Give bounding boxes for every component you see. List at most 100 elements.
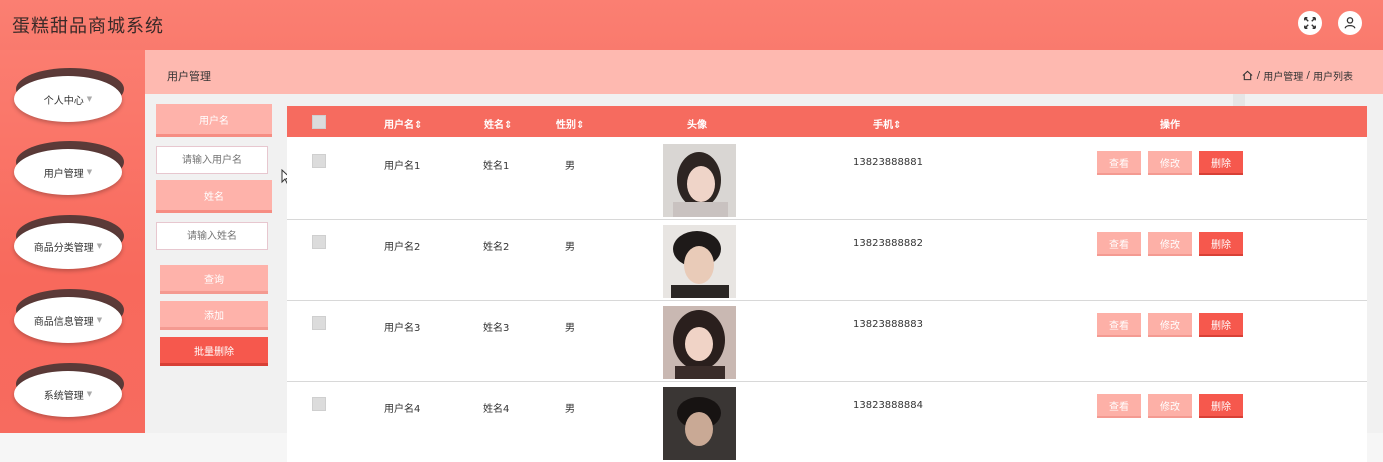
- sidebar-item-label: 个人中心: [43, 95, 84, 107]
- view-button[interactable]: 查看: [1097, 151, 1141, 175]
- column-header-username[interactable]: 用户名⇕: [384, 116, 422, 131]
- user-icon[interactable]: [1338, 11, 1362, 35]
- table-row: 用户名3 姓名3 男 13823888883 查看 修改 删除: [287, 301, 1367, 382]
- column-header-name[interactable]: 姓名⇕: [484, 116, 512, 131]
- column-header-avatar: 头像: [687, 120, 707, 131]
- cell-username: 用户名1: [384, 161, 421, 172]
- chevron-down-icon: ▼: [86, 95, 93, 103]
- cell-phone: 13823888881: [853, 157, 923, 168]
- breadcrumb-separator: /: [1256, 70, 1261, 81]
- row-checkbox[interactable]: [312, 235, 326, 249]
- sidebar-item-pill: 用户管理 ▼: [14, 149, 122, 195]
- view-button[interactable]: 查看: [1097, 232, 1141, 256]
- column-header-actions: 操作: [1160, 120, 1180, 131]
- sidebar-item-pill: 系统管理 ▼: [14, 371, 122, 417]
- chevron-down-icon: ▼: [96, 242, 103, 250]
- edit-button[interactable]: 修改: [1148, 232, 1192, 256]
- avatar: [663, 387, 736, 460]
- breadcrumb: / 用户管理 / 用户列表: [1242, 68, 1353, 83]
- sidebar-item-label: 系统管理: [43, 390, 84, 402]
- avatar-photo: [663, 225, 736, 298]
- edit-button[interactable]: 修改: [1148, 313, 1192, 337]
- breadcrumb-item-user-list: 用户列表: [1313, 72, 1353, 83]
- sidebar-item-pill: 个人中心 ▼: [14, 76, 122, 122]
- cell-gender: 男: [565, 323, 575, 334]
- username-label: 用户名: [156, 104, 272, 137]
- cell-gender: 男: [565, 161, 575, 172]
- table-row: 用户名1 姓名1 男 13823888881 查看 修改 删除: [287, 139, 1367, 220]
- cell-username: 用户名2: [384, 242, 421, 253]
- table-row: 用户名2 姓名2 男 13823888882 查看 修改 删除: [287, 220, 1367, 301]
- sort-icon[interactable]: ⇕: [893, 120, 901, 131]
- sort-icon[interactable]: ⇕: [414, 120, 422, 131]
- username-search-input[interactable]: [156, 146, 268, 174]
- user-table: 用户名⇕ 姓名⇕ 性别⇕ 头像 手机⇕ 操作 用户名1 姓名1 男 138238…: [287, 106, 1367, 462]
- breadcrumb-separator: /: [1306, 70, 1310, 81]
- sidebar-item-personal-center[interactable]: 个人中心 ▼: [14, 68, 124, 123]
- fullscreen-icon[interactable]: [1298, 11, 1322, 35]
- sort-icon[interactable]: ⇕: [504, 120, 512, 131]
- breadcrumb-item-users[interactable]: 用户管理: [1263, 68, 1303, 83]
- sidebar: 个人中心 ▼ 用户管理 ▼ 商品分类管理 ▼ 商品信息管理 ▼ 系统管理 ▼: [0, 50, 145, 433]
- sidebar-item-label: 商品信息管理: [33, 316, 94, 328]
- avatar-photo: [663, 306, 736, 379]
- avatar: [663, 144, 736, 217]
- query-button[interactable]: 查询: [160, 265, 268, 294]
- top-bar: 蛋糕甜品商城系统: [0, 0, 1383, 50]
- sidebar-item-label: 商品分类管理: [33, 242, 94, 254]
- delete-button[interactable]: 删除: [1199, 394, 1243, 418]
- table-header: 用户名⇕ 姓名⇕ 性别⇕ 头像 手机⇕ 操作: [287, 106, 1367, 137]
- delete-button[interactable]: 删除: [1199, 232, 1243, 256]
- row-checkbox[interactable]: [312, 397, 326, 411]
- chevron-down-icon: ▼: [86, 390, 93, 398]
- edit-button[interactable]: 修改: [1148, 394, 1192, 418]
- cell-phone: 13823888882: [853, 238, 923, 249]
- sort-icon[interactable]: ⇕: [576, 120, 584, 131]
- cell-username: 用户名3: [384, 323, 421, 334]
- column-header-label: 用户名: [384, 120, 414, 131]
- home-icon[interactable]: [1242, 70, 1253, 81]
- avatar-photo: [663, 144, 736, 217]
- cell-name: 姓名3: [483, 323, 510, 334]
- avatar: [663, 225, 736, 298]
- edit-button[interactable]: 修改: [1148, 151, 1192, 175]
- table-row: 用户名4 姓名4 男 13823888884 查看 修改 删除: [287, 382, 1367, 462]
- select-all-checkbox[interactable]: [312, 115, 326, 129]
- sidebar-item-pill: 商品分类管理 ▼: [14, 223, 122, 269]
- sidebar-item-category-management[interactable]: 商品分类管理 ▼: [14, 215, 124, 270]
- column-header-label: 姓名: [484, 120, 504, 131]
- row-checkbox[interactable]: [312, 154, 326, 168]
- sidebar-item-pill: 商品信息管理 ▼: [14, 297, 122, 343]
- column-header-label: 性别: [556, 120, 576, 131]
- avatar-photo: [663, 387, 736, 460]
- app-title: 蛋糕甜品商城系统: [12, 16, 164, 37]
- chevron-down-icon: ▼: [96, 316, 103, 324]
- chevron-down-icon: ▼: [86, 168, 93, 176]
- row-checkbox[interactable]: [312, 316, 326, 330]
- cell-name: 姓名1: [483, 161, 510, 172]
- page-header: 用户管理 / 用户管理 / 用户列表: [145, 50, 1383, 94]
- cell-gender: 男: [565, 404, 575, 415]
- sidebar-item-system-management[interactable]: 系统管理 ▼: [14, 363, 124, 418]
- column-header-label: 手机: [873, 120, 893, 131]
- batch-delete-button[interactable]: 批量删除: [160, 337, 268, 366]
- view-button[interactable]: 查看: [1097, 313, 1141, 337]
- view-button[interactable]: 查看: [1097, 394, 1141, 418]
- page-title: 用户管理: [167, 70, 211, 83]
- sidebar-item-product-management[interactable]: 商品信息管理 ▼: [14, 289, 124, 344]
- delete-button[interactable]: 删除: [1199, 313, 1243, 337]
- column-header-phone[interactable]: 手机⇕: [873, 116, 901, 131]
- column-header-gender[interactable]: 性别⇕: [556, 116, 584, 131]
- cell-gender: 男: [565, 242, 575, 253]
- sidebar-item-user-management[interactable]: 用户管理 ▼: [14, 141, 124, 196]
- name-search-input[interactable]: [156, 222, 268, 250]
- cell-phone: 13823888884: [853, 400, 923, 411]
- name-label: 姓名: [156, 180, 272, 213]
- delete-button[interactable]: 删除: [1199, 151, 1243, 175]
- cell-name: 姓名2: [483, 242, 510, 253]
- cell-name: 姓名4: [483, 404, 510, 415]
- add-button[interactable]: 添加: [160, 301, 268, 330]
- sidebar-item-label: 用户管理: [43, 168, 84, 180]
- cell-username: 用户名4: [384, 404, 421, 415]
- avatar: [663, 306, 736, 379]
